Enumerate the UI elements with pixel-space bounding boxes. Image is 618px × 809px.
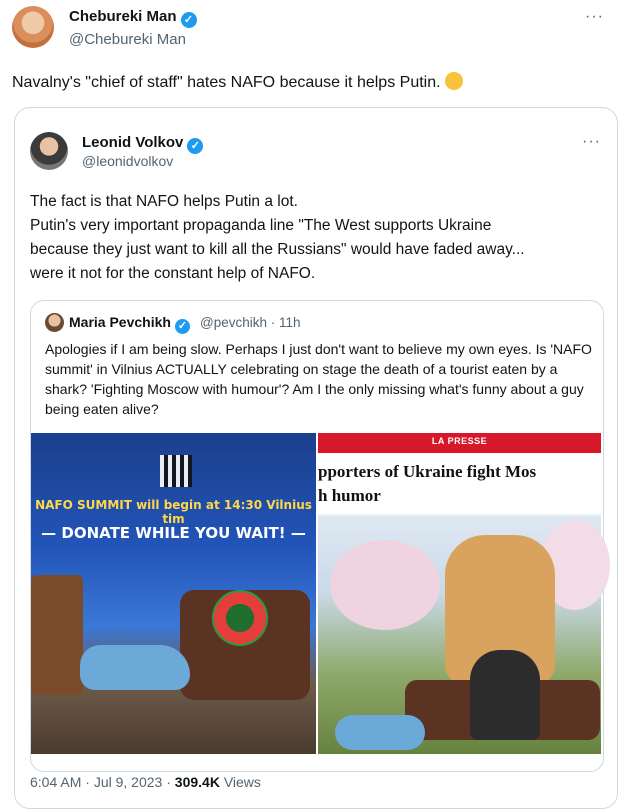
- quoted-tweet-text: The fact is that NAFO helps Putin a lot.…: [30, 193, 525, 282]
- nested-author-handle[interactable]: @pevchikh · 11h: [200, 315, 301, 330]
- nested-avatar[interactable]: [45, 313, 64, 332]
- verified-badge-icon: ✓: [187, 138, 204, 154]
- nested-author-name[interactable]: Maria Pevchikh ✓: [69, 314, 190, 334]
- person-shape: [470, 650, 540, 740]
- avatar[interactable]: [12, 6, 54, 48]
- tweet-text: Navalny's "chief of staff" hates NAFO be…: [12, 72, 463, 92]
- article-headline: pporters of Ukraine fight Mos h humor: [318, 462, 537, 505]
- author-name[interactable]: Chebureki Man ✓: [69, 8, 197, 28]
- armchair-shape: [31, 575, 83, 695]
- post-date[interactable]: Jul 9, 2023: [94, 774, 163, 790]
- verified-badge-icon: ✓: [180, 12, 197, 28]
- tweet-meta: 6:04 AM · Jul 9, 2023 · 309.4K Views: [30, 774, 261, 790]
- quoted-more-options-icon[interactable]: ···: [582, 133, 601, 151]
- post-time[interactable]: 6:04 AM: [30, 774, 81, 790]
- cherry-tree-shape: [330, 540, 440, 630]
- more-options-icon[interactable]: ···: [585, 8, 604, 26]
- views-label: Views: [223, 774, 261, 790]
- nested-tweet-text: Apologies if I am being slow. Perhaps I …: [45, 341, 592, 417]
- watermelon-float-icon: [212, 590, 268, 646]
- qr-code-icon: [160, 455, 192, 487]
- quoted-author-name[interactable]: Leonid Volkov ✓: [82, 134, 204, 154]
- shark-plush-shape: [335, 715, 425, 750]
- stage-donate-text: — DONATE WHILE YOU WAIT! —: [41, 524, 306, 542]
- emoji-icon: [444, 72, 463, 90]
- la-presse-logo-text: LA PRESSE: [431, 436, 488, 446]
- author-handle[interactable]: @Chebureki Man: [69, 31, 186, 48]
- shark-plush-shape: [80, 645, 190, 690]
- quoted-author-handle[interactable]: @leonidvolkov: [82, 153, 173, 169]
- view-count: 309.4K: [174, 774, 220, 790]
- quoted-avatar[interactable]: [30, 132, 68, 170]
- verified-badge-icon: ✓: [174, 319, 190, 334]
- stage-banner-text: NAFO SUMMIT will begin at 14:30 Vilnius …: [35, 498, 312, 526]
